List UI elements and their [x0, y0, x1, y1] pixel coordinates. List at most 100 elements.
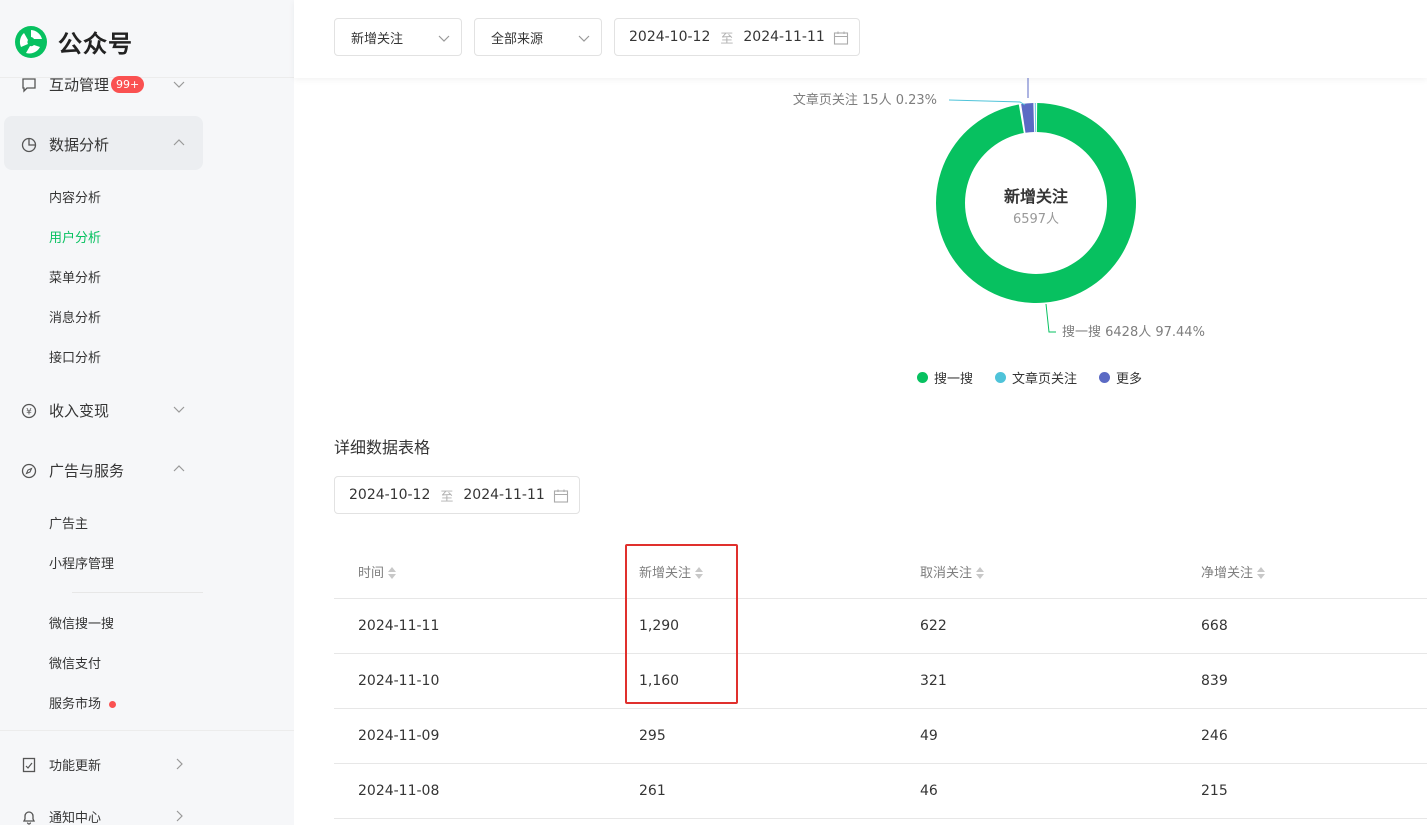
- legend-dot: [1099, 372, 1111, 383]
- leader-line-search: [1045, 303, 1056, 333]
- pie-chart-icon: [20, 136, 38, 154]
- type-select[interactable]: 新增关注: [334, 18, 462, 56]
- chevron-down-icon[interactable]: [172, 402, 186, 416]
- nav-notify[interactable]: 通知中心: [20, 807, 101, 825]
- source-select-value: 全部来源: [491, 31, 544, 47]
- slice-label-article: 文章页关注 15人 0.23%: [793, 92, 937, 108]
- date-start: 2024-10-12: [629, 29, 711, 45]
- new-dot: [109, 701, 117, 708]
- sort-icon: [976, 567, 985, 579]
- column-header-time[interactable]: 时间: [334, 562, 615, 581]
- date-sep: 至: [720, 31, 734, 47]
- calendar-icon: [553, 489, 569, 503]
- cell-unfollow: 622: [920, 618, 947, 634]
- app-title: 公众号: [58, 30, 133, 58]
- leader-line-article: [948, 99, 1026, 106]
- table-header: 时间 新增关注 取消关注 净增关注: [334, 544, 1427, 599]
- table-date-range-picker[interactable]: 2024-10-12 至 2024-11-11: [334, 476, 580, 514]
- donut-chart: 新增关注 6597人 文章页关注 15人 0.23% 搜一搜 6428人 97.…: [793, 78, 1205, 340]
- comment-icon: [20, 76, 38, 94]
- app-logo[interactable]: 公众号: [14, 24, 133, 59]
- table-section-title: 详细数据表格: [334, 438, 431, 457]
- table-row: 2024-11-10 1,160 321 839: [334, 654, 1427, 709]
- annotation-highlight-box: [625, 544, 738, 704]
- sidebar-item-api-analysis[interactable]: 接口分析: [49, 347, 101, 366]
- sidebar-item-wechat-pay[interactable]: 微信支付: [49, 653, 101, 672]
- sidebar-item-miniprogram[interactable]: 小程序管理: [49, 553, 114, 572]
- cell-time: 2024-11-11: [358, 618, 440, 634]
- column-header-net-follow[interactable]: 净增关注: [1177, 562, 1427, 581]
- sidebar-item-message-analysis[interactable]: 消息分析: [49, 307, 101, 326]
- donut-center-value: 6597人: [1013, 212, 1059, 227]
- donut-slice-1[interactable]: [1034, 103, 1036, 133]
- legend-item-article[interactable]: 文章页关注: [995, 368, 1077, 387]
- submenu-divider: [72, 592, 203, 593]
- table-row: 2024-11-11 1,290 622 668: [334, 599, 1427, 654]
- cell-unfollow: 321: [920, 673, 947, 689]
- date-start: 2024-10-12: [349, 487, 431, 503]
- sort-icon: [1257, 567, 1266, 579]
- cell-unfollow: 46: [920, 783, 938, 799]
- table-row: 2024-11-09 295 49 246: [334, 709, 1427, 764]
- legend-item-search[interactable]: 搜一搜: [917, 368, 973, 387]
- chevron-right-icon[interactable]: [172, 757, 186, 771]
- legend-item-more[interactable]: 更多: [1099, 368, 1142, 387]
- wechat-official-logo-icon: [15, 25, 47, 58]
- chevron-down-icon[interactable]: [172, 77, 186, 91]
- sidebar-item-content-analysis[interactable]: 内容分析: [49, 187, 101, 206]
- cell-net-follow: 246: [1201, 728, 1228, 744]
- legend-label: 文章页关注: [1012, 372, 1078, 387]
- detail-data-table: 时间 新增关注 取消关注 净增关注 2024-11-11 1,290 622 6…: [334, 544, 1427, 819]
- chevron-down-icon: [438, 35, 450, 42]
- legend-label: 搜一搜: [934, 372, 974, 387]
- section-divider: [0, 730, 294, 731]
- sidebar: 公众号 互动管理 99+ 数据分析 内容分析 用户分析 菜单分析 消息分析 接口…: [0, 0, 294, 825]
- nav-updates-label: 功能更新: [49, 759, 102, 774]
- legend-dot: [995, 372, 1007, 383]
- cell-time: 2024-11-08: [358, 783, 440, 799]
- nav-interaction[interactable]: 互动管理 99+: [20, 74, 145, 95]
- top-date-range-picker[interactable]: 2024-10-12 至 2024-11-11: [614, 18, 860, 56]
- chart-legend: 搜一搜 文章页关注 更多: [917, 368, 1142, 387]
- update-doc-icon: [20, 756, 38, 774]
- chevron-down-icon: [578, 35, 590, 42]
- header-label: 取消关注: [920, 565, 973, 581]
- nav-monetize-label: 收入变现: [49, 402, 110, 420]
- nav-notify-label: 通知中心: [49, 811, 102, 825]
- nav-interaction-label: 互动管理: [49, 76, 110, 94]
- nav-analytics-label: 数据分析: [49, 136, 110, 154]
- nav-ads-label: 广告与服务: [49, 462, 125, 480]
- sidebar-item-service-market[interactable]: 服务市场: [49, 693, 117, 712]
- sort-icon: [388, 567, 397, 579]
- chevron-right-icon[interactable]: [172, 809, 186, 823]
- table-row: 2024-11-08 261 46 215: [334, 764, 1427, 819]
- yen-icon: ¥: [20, 402, 38, 420]
- date-sep: 至: [440, 489, 454, 505]
- nav-updates[interactable]: 功能更新: [20, 755, 101, 774]
- filter-bar: 新增关注 全部来源 2024-10-12 至 2024-11-11: [294, 0, 1427, 78]
- chevron-up-icon[interactable]: [172, 136, 186, 150]
- cell-time: 2024-11-09: [358, 728, 440, 744]
- cell-net-follow: 215: [1201, 783, 1228, 799]
- header-label: 时间: [358, 565, 385, 581]
- cell-new-follow: 261: [639, 783, 666, 799]
- cell-new-follow: 295: [639, 728, 666, 744]
- sidebar-item-menu-analysis[interactable]: 菜单分析: [49, 267, 101, 286]
- cell-unfollow: 49: [920, 728, 938, 744]
- sidebar-item-wechat-search[interactable]: 微信搜一搜: [49, 613, 114, 632]
- column-header-unfollow[interactable]: 取消关注: [896, 562, 1177, 581]
- nav-analytics[interactable]: 数据分析: [20, 134, 109, 155]
- bell-icon: [20, 808, 38, 825]
- sidebar-item-user-analysis[interactable]: 用户分析: [49, 227, 101, 246]
- nav-monetize[interactable]: ¥ 收入变现: [20, 400, 109, 421]
- sidebar-item-advertiser[interactable]: 广告主: [49, 513, 88, 532]
- source-select[interactable]: 全部来源: [474, 18, 602, 56]
- nav-ads[interactable]: 广告与服务: [20, 460, 124, 481]
- header-label: 净增关注: [1201, 565, 1254, 581]
- chevron-up-icon[interactable]: [172, 462, 186, 476]
- donut-slice-2[interactable]: [1021, 103, 1035, 133]
- cell-time: 2024-11-10: [358, 673, 440, 689]
- unread-badge: 99+: [111, 76, 145, 93]
- legend-dot: [917, 372, 928, 383]
- cell-net-follow: 668: [1201, 618, 1228, 634]
